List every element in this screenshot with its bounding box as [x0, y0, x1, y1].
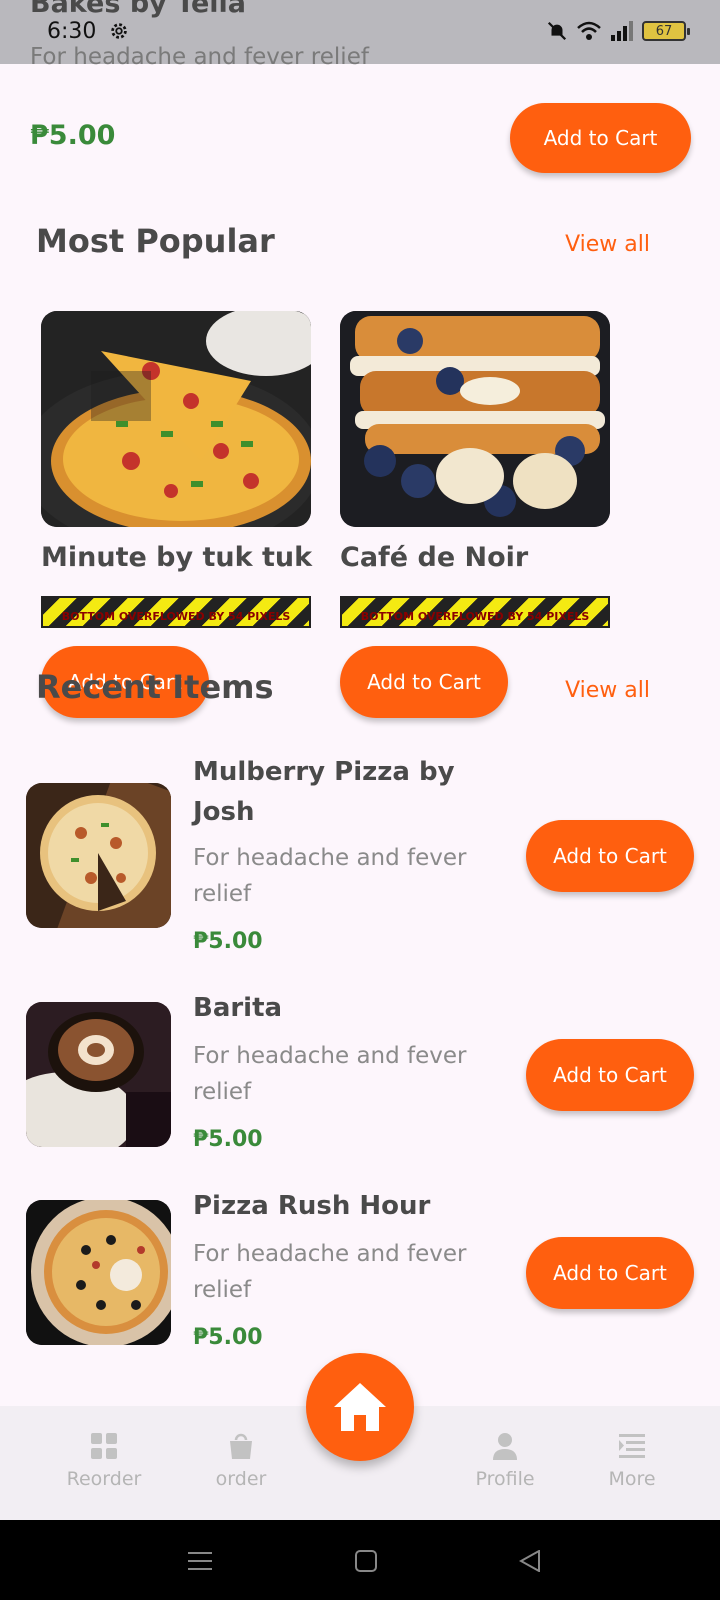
- menu-lines-icon: [619, 1434, 645, 1458]
- battery-icon: 67: [642, 21, 690, 41]
- nav-item-reorder[interactable]: Reorder: [44, 1430, 164, 1490]
- shopping-bag-icon: [230, 1433, 252, 1459]
- battery-level: 67: [655, 23, 673, 39]
- pizza-image: [26, 1200, 171, 1345]
- recent-item-title: Barita: [193, 993, 283, 1023]
- recent-apps-icon[interactable]: [188, 1550, 212, 1572]
- pizza-image: [41, 311, 311, 527]
- recent-item-add-to-cart-button[interactable]: Add to Cart: [526, 820, 694, 892]
- overflow-warning-banner: BOTTOM OVERFLOWED BY 54 PIXELS: [41, 596, 311, 628]
- card-image-french-toast[interactable]: [340, 311, 610, 527]
- recent-item-add-to-cart-button[interactable]: Add to Cart: [526, 1039, 694, 1111]
- most-popular-view-all-link[interactable]: View all: [565, 232, 650, 257]
- nav-label: More: [608, 1468, 656, 1490]
- scrolled-item-title: Bakes by Tella: [30, 0, 247, 19]
- most-popular-title: Most Popular: [36, 222, 275, 260]
- pizza-image: [26, 783, 171, 928]
- status-time: 6:30: [47, 19, 97, 44]
- card-title: Café de Noir: [340, 542, 529, 573]
- top-item-price: ₱5.00: [30, 120, 116, 151]
- card-add-to-cart-button[interactable]: Add to Cart: [340, 646, 508, 718]
- nav-label: Reorder: [66, 1468, 142, 1490]
- scrolled-item-description: For headache and fever relief: [30, 44, 369, 70]
- recent-item-price: ₱5.00: [193, 1127, 263, 1152]
- grid-icon: [91, 1433, 117, 1459]
- nav-label: Profile: [475, 1468, 535, 1490]
- mute-bell-icon: [547, 21, 567, 41]
- overflow-warning-text: BOTTOM OVERFLOWED BY 54 PIXELS: [61, 610, 291, 623]
- back-icon[interactable]: [519, 1550, 541, 1572]
- home-button[interactable]: [306, 1353, 414, 1461]
- recent-item-description: For headache and fever relief: [193, 1241, 467, 1303]
- recent-item-price: ₱5.00: [193, 929, 263, 954]
- signal-icon: [611, 21, 633, 41]
- recent-item-description: For headache and fever relief: [193, 845, 467, 907]
- card-title: Minute by tuk tuk: [41, 542, 313, 573]
- nav-item-order[interactable]: order: [181, 1430, 301, 1490]
- recent-item-image[interactable]: [26, 1002, 171, 1147]
- overflow-warning-banner: BOTTOM OVERFLOWED BY 54 PIXELS: [340, 596, 610, 628]
- french-toast-image: [340, 311, 610, 527]
- person-icon: [493, 1433, 517, 1460]
- home-square-icon[interactable]: [355, 1550, 377, 1572]
- recent-items-title: Recent Items: [36, 668, 274, 706]
- top-item-add-to-cart-button[interactable]: Add to Cart: [510, 103, 691, 173]
- recent-item-price: ₱5.00: [193, 1325, 263, 1350]
- recent-item-title: Mulberry Pizza by Josh: [193, 757, 455, 827]
- system-navigation-bar: [0, 1520, 720, 1600]
- nav-item-profile[interactable]: Profile: [445, 1430, 565, 1490]
- recent-item-add-to-cart-button[interactable]: Add to Cart: [526, 1237, 694, 1309]
- card-image-pizza[interactable]: [41, 311, 311, 527]
- recent-items-view-all-link[interactable]: View all: [565, 678, 650, 703]
- recent-item-image[interactable]: [26, 1200, 171, 1345]
- recent-item-title: Pizza Rush Hour: [193, 1191, 431, 1221]
- status-icons: 67: [546, 20, 690, 42]
- overflow-warning-text: BOTTOM OVERFLOWED BY 54 PIXELS: [360, 610, 590, 623]
- recent-item-description: For headache and fever relief: [193, 1043, 467, 1105]
- wifi-icon: [577, 21, 601, 40]
- coffee-image: [26, 1002, 171, 1147]
- recent-item-image[interactable]: [26, 783, 171, 928]
- nav-item-more[interactable]: More: [572, 1430, 692, 1490]
- status-bar: Bakes by Tella For headache and fever re…: [0, 0, 720, 70]
- settings-gear-icon: [111, 23, 127, 39]
- nav-label: order: [215, 1468, 267, 1490]
- home-icon: [334, 1383, 386, 1431]
